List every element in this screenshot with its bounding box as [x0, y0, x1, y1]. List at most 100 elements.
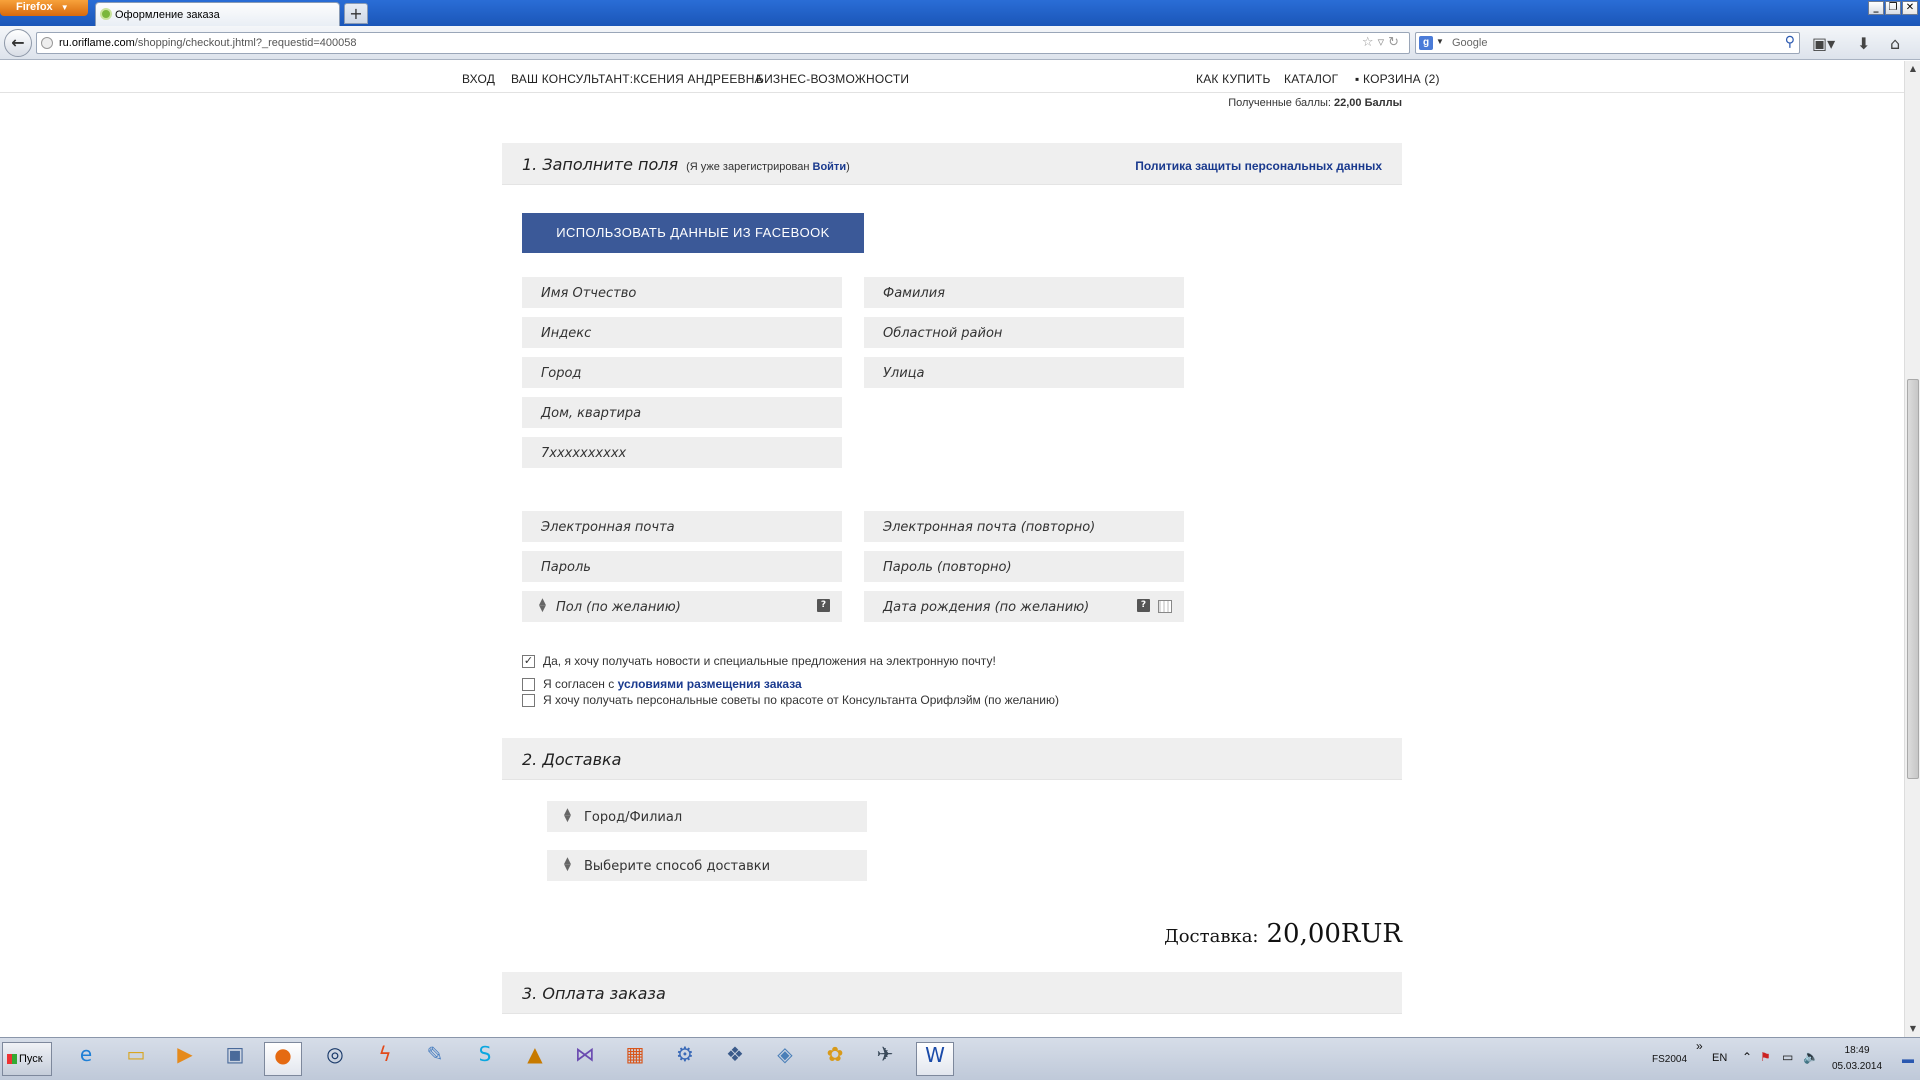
explorer-folder-icon[interactable]: ▭: [117, 1042, 155, 1076]
password-repeat-field[interactable]: Пароль (повторно): [864, 551, 1184, 582]
oriflame-favicon-icon: [100, 8, 112, 20]
pen-app-icon[interactable]: ✎: [416, 1042, 454, 1076]
tab-checkout[interactable]: Оформление заказа: [95, 2, 340, 26]
bookmarks-icon[interactable]: ▣▾: [1812, 34, 1835, 53]
gender-select[interactable]: ▲ ▼ Пол (по желанию) ?: [522, 591, 842, 622]
phone-field[interactable]: 7xxxxxxxxxx: [522, 437, 842, 468]
help-icon[interactable]: ?: [817, 599, 830, 612]
privacy-policy-link[interactable]: Политика защиты персональных данных: [1135, 159, 1382, 173]
virtualbox-icon[interactable]: ◈: [766, 1042, 804, 1076]
back-button[interactable]: ←: [4, 29, 32, 57]
search-icon[interactable]: ⚲: [1785, 34, 1795, 50]
points-value: 22,00 Баллы: [1334, 97, 1402, 109]
start-button[interactable]: Пуск: [2, 1042, 52, 1076]
show-desktop-icon[interactable]: ▬: [1902, 1052, 1914, 1066]
sort-arrows-icon: ▲ ▼: [564, 856, 571, 873]
media-player-icon[interactable]: ▶: [166, 1042, 204, 1076]
nav-catalog-link[interactable]: КАТАЛОГ: [1284, 72, 1338, 86]
postcode-field[interactable]: Индекс: [522, 317, 842, 348]
newsletter-checkbox[interactable]: ✓: [522, 655, 535, 669]
scroll-thumb[interactable]: [1907, 379, 1919, 779]
windows-taskbar: Пуск e ▭ ▶ ▣ ● ◎ ϟ ✎ S ▲ ⋈ ▦ ⚙ ❖ ◈ ✿ ✈ W…: [0, 1037, 1920, 1080]
house-placeholder: Дом, квартира: [541, 406, 642, 421]
language-indicator[interactable]: EN: [1712, 1052, 1727, 1064]
triangle-app-icon[interactable]: ▲: [516, 1042, 554, 1076]
paint-app-icon[interactable]: ✿: [816, 1042, 854, 1076]
birthdate-field[interactable]: Дата рождения (по желанию) ?: [864, 591, 1184, 622]
url-actions: ☆▿↻: [1362, 35, 1403, 50]
calendar-icon[interactable]: [1158, 600, 1172, 613]
street-field[interactable]: Улица: [864, 357, 1184, 388]
volume-icon[interactable]: 🔈: [1803, 1049, 1819, 1065]
nav-consultant-link[interactable]: ВАШ КОНСУЛЬТАНТ:КСЕНИЯ АНДРЕЕВНА: [511, 72, 763, 86]
star-icon[interactable]: ☆: [1362, 35, 1378, 50]
region-field[interactable]: Областной район: [864, 317, 1184, 348]
firefox-icon[interactable]: ●: [264, 1042, 302, 1076]
region-placeholder: Областной район: [883, 326, 1003, 341]
email-repeat-field[interactable]: Электронная почта (повторно): [864, 511, 1184, 542]
chevron-down-icon: ▼: [60, 3, 69, 12]
house-field[interactable]: Дом, квартира: [522, 397, 842, 428]
nav-how-to-buy-link[interactable]: КАК КУПИТЬ: [1196, 72, 1271, 86]
minimize-button[interactable]: _: [1868, 1, 1884, 15]
restore-button[interactable]: ❐: [1885, 1, 1901, 15]
ie-icon[interactable]: e: [67, 1042, 105, 1076]
city-placeholder: Город: [541, 366, 582, 381]
login-link[interactable]: Войти: [813, 161, 847, 173]
email-field[interactable]: Электронная почта: [522, 511, 842, 542]
nav-login-link[interactable]: ВХОД: [462, 72, 495, 86]
tray-toolbar-label[interactable]: FS2004: [1652, 1054, 1687, 1065]
network-icon[interactable]: ⚑: [1760, 1050, 1771, 1064]
download-icon[interactable]: ⬇: [1857, 34, 1870, 53]
reload-icon[interactable]: ↻: [1388, 35, 1403, 50]
delivery-total-label: Доставка:: [1164, 926, 1259, 947]
scroll-down-icon[interactable]: ▼: [1905, 1021, 1920, 1037]
scroll-up-icon[interactable]: ▲: [1905, 61, 1920, 77]
new-tab-button[interactable]: +: [344, 3, 368, 24]
password-field[interactable]: Пароль: [522, 551, 842, 582]
office-app-icon[interactable]: ▦: [616, 1042, 654, 1076]
section2-title: 2. Доставка: [522, 750, 622, 769]
city-field[interactable]: Город: [522, 357, 842, 388]
nav-cart-link[interactable]: ▪ КОРЗИНА (2): [1355, 72, 1440, 86]
first-name-field[interactable]: Имя Отчество: [522, 277, 842, 308]
last-name-field[interactable]: Фамилия: [864, 277, 1184, 308]
network-app-icon[interactable]: ⚙: [666, 1042, 704, 1076]
system-clock[interactable]: 18:49 05.03.2014: [1832, 1043, 1882, 1075]
home-icon[interactable]: ⌂: [1890, 34, 1900, 53]
skype-icon[interactable]: S: [466, 1042, 504, 1076]
engine-dropdown-icon[interactable]: ▼: [1436, 37, 1444, 46]
dropdown-arrow-icon[interactable]: ▿: [1378, 35, 1389, 50]
password-placeholder: Пароль: [541, 560, 591, 575]
terms-link[interactable]: условиями размещения заказа: [618, 677, 802, 691]
facebook-data-button[interactable]: ИСПОЛЬЗОВАТЬ ДАННЫЕ ИЗ FACEBOOK: [522, 213, 864, 253]
window-app-icon[interactable]: ▣: [216, 1042, 254, 1076]
opera-12-icon[interactable]: ◎: [316, 1042, 354, 1076]
page-scrollbar[interactable]: ▲ ▼: [1904, 61, 1920, 1037]
advice-checkbox[interactable]: [522, 694, 535, 708]
firefox-menu-button[interactable]: Firefox ▼: [0, 0, 88, 16]
email-placeholder: Электронная почта: [541, 520, 675, 535]
help-icon[interactable]: ?: [1137, 599, 1150, 612]
start-label: Пуск: [19, 1053, 43, 1065]
chevron-right-icon[interactable]: »: [1696, 1039, 1703, 1053]
address-bar[interactable]: ru.oriflame.com/shopping/checkout.jhtml?…: [36, 32, 1410, 54]
terms-prefix: Я согласен с: [543, 677, 615, 691]
delivery-city-select[interactable]: ▲ ▼ Город/Филиал: [547, 801, 867, 832]
firefox-menu-label: Firefox: [16, 1, 53, 13]
arrow-left-icon: ←: [11, 33, 25, 52]
street-placeholder: Улица: [883, 366, 925, 381]
url-host: ru.oriflame.com: [59, 37, 135, 49]
display-icon[interactable]: ▭: [1782, 1050, 1793, 1064]
close-window-button[interactable]: ✕: [1902, 1, 1918, 15]
delivery-method-select[interactable]: ▲ ▼ Выберите способ доставки: [547, 850, 867, 881]
tray-expand-icon[interactable]: ⌃: [1742, 1050, 1752, 1064]
search-bar[interactable]: g ▼ Google ⚲: [1415, 32, 1800, 54]
word-icon[interactable]: W: [916, 1042, 954, 1076]
nav-business-link[interactable]: БИЗНЕС-ВОЗМОЖНОСТИ: [756, 72, 909, 86]
visual-studio-icon[interactable]: ⋈: [566, 1042, 604, 1076]
flash-icon[interactable]: ϟ: [366, 1042, 404, 1076]
airplane-icon[interactable]: ✈: [866, 1042, 904, 1076]
windows-app-icon[interactable]: ❖: [716, 1042, 754, 1076]
terms-checkbox[interactable]: [522, 678, 535, 692]
